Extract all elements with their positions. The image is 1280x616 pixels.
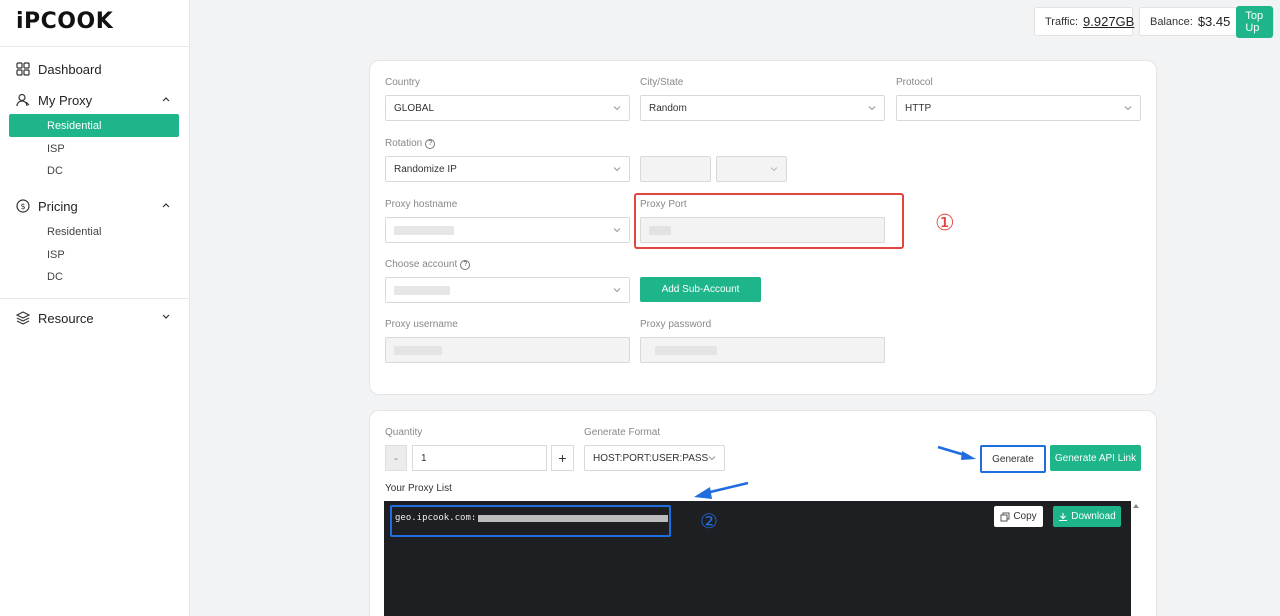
hostname-label: Proxy hostname (385, 199, 458, 210)
sidebar-subitem-isp[interactable]: ISP (9, 243, 179, 266)
sidebar-item-label: My Proxy (38, 92, 93, 108)
balance-value: $3.45 (1197, 14, 1231, 29)
chevron-up-icon (162, 97, 170, 102)
username-field[interactable] (385, 337, 630, 363)
copy-icon (1000, 512, 1010, 521)
username-label: Proxy username (385, 319, 458, 330)
add-sub-account-button[interactable]: Add Sub-Account (640, 277, 761, 302)
sidebar-subitem-dc[interactable]: DC (9, 265, 179, 288)
protocol-value: HTTP (905, 102, 932, 114)
copy-button[interactable]: Copy (994, 506, 1043, 527)
help-icon[interactable]: ? (425, 138, 436, 149)
chevron-down-icon (1124, 106, 1132, 111)
download-button[interactable]: Download (1053, 506, 1121, 527)
rotation-value: Randomize IP (394, 163, 457, 175)
sidebar-item-pricing[interactable]: $ Pricing (16, 195, 176, 217)
country-select[interactable]: GLOBAL (385, 95, 630, 121)
password-field[interactable] (640, 337, 885, 363)
sidebar-subitem-isp[interactable]: ISP (9, 137, 179, 160)
account-label-text: Choose account (385, 259, 458, 270)
annotation-marker-1: ① (935, 211, 955, 236)
sidebar-item-resource[interactable]: Resource (16, 307, 176, 329)
protocol-label: Protocol (896, 77, 933, 88)
rotation-label-text: Rotation (385, 138, 423, 149)
generate-button[interactable]: Generate (983, 447, 1043, 471)
sidebar-subitem-residential[interactable]: Residential (9, 220, 179, 243)
sidebar: iPCOOK Dashboard My Proxy Residential IS… (0, 0, 190, 616)
download-icon (1059, 512, 1068, 521)
format-label: Generate Format (584, 427, 661, 438)
chevron-down-icon (613, 288, 621, 293)
balance-label: Balance: (1150, 15, 1193, 28)
account-select[interactable] (385, 277, 630, 303)
divider (0, 298, 190, 299)
user-icon (16, 93, 30, 107)
help-icon[interactable]: ? (460, 259, 471, 270)
chevron-up-icon (162, 203, 170, 208)
city-select[interactable]: Random (640, 95, 885, 121)
generate-api-link-button[interactable]: Generate API Link (1050, 445, 1141, 471)
arrow-icon (694, 481, 749, 499)
svg-text:$: $ (20, 202, 25, 211)
proxy-list-label: Your Proxy List (385, 483, 452, 494)
chevron-down-icon (613, 228, 621, 233)
highlight-box-proxy-list (390, 505, 671, 537)
sidebar-item-label: Resource (38, 310, 94, 326)
sidebar-item-label: Dashboard (38, 61, 102, 77)
chevron-down-icon (708, 456, 716, 461)
rotation-select[interactable]: Randomize IP (385, 156, 630, 182)
top-up-button[interactable]: Top Up (1236, 5, 1273, 38)
traffic-value[interactable]: 9.927GB (1083, 14, 1134, 29)
rotation-duration-input[interactable] (640, 156, 711, 182)
download-label: Download (1071, 511, 1116, 522)
dollar-circle-icon: $ (16, 199, 30, 213)
copy-label: Copy (1013, 511, 1037, 522)
redacted-value (394, 225, 454, 235)
account-label: Choose account ? (385, 259, 471, 270)
chevron-down-icon (868, 106, 876, 111)
chevron-down-icon (613, 167, 621, 172)
city-label: City/State (640, 77, 684, 88)
grid-icon (16, 62, 30, 76)
sidebar-item-dashboard[interactable]: Dashboard (16, 58, 176, 80)
divider (0, 46, 190, 47)
protocol-select[interactable]: HTTP (896, 95, 1141, 121)
chevron-down-icon (613, 106, 621, 111)
hostname-select[interactable] (385, 217, 630, 243)
rotation-unit-select[interactable] (716, 156, 787, 182)
country-label: Country (385, 77, 421, 88)
traffic-label: Traffic: (1045, 15, 1079, 28)
quantity-input[interactable]: 1 (412, 445, 547, 471)
redacted-value (394, 285, 450, 295)
arrow-icon (937, 445, 976, 460)
sidebar-subitem-residential[interactable]: Residential (9, 114, 179, 137)
sidebar-subitem-dc[interactable]: DC (9, 159, 179, 182)
highlight-box-port (634, 193, 904, 249)
city-value: Random (649, 102, 687, 114)
ipcook-logo[interactable]: iPCOOK (16, 9, 113, 34)
layers-icon (16, 311, 30, 325)
balance-indicator: Balance: $3.45 Top Up (1139, 5, 1274, 38)
chevron-down-icon (770, 167, 778, 172)
traffic-indicator: Traffic: 9.927GB (1034, 7, 1134, 36)
scroll-up-icon[interactable] (1131, 501, 1141, 511)
annotation-marker-2: ② (700, 509, 718, 533)
quantity-increment-button[interactable]: + (551, 445, 574, 471)
sidebar-item-label: Pricing (38, 198, 78, 214)
redacted-value (655, 345, 717, 355)
rotation-label: Rotation ? (385, 138, 436, 149)
format-select[interactable]: HOST:PORT:USER:PASS (584, 445, 725, 471)
chevron-down-icon (162, 314, 170, 319)
country-value: GLOBAL (394, 102, 435, 114)
format-value: HOST:PORT:USER:PASS (593, 452, 709, 464)
sidebar-item-my-proxy[interactable]: My Proxy (16, 89, 176, 111)
quantity-decrement-button[interactable]: - (385, 445, 407, 471)
redacted-value (394, 345, 442, 355)
quantity-label: Quantity (385, 427, 423, 438)
password-label: Proxy password (640, 319, 712, 330)
scrollbar[interactable] (1131, 501, 1141, 616)
